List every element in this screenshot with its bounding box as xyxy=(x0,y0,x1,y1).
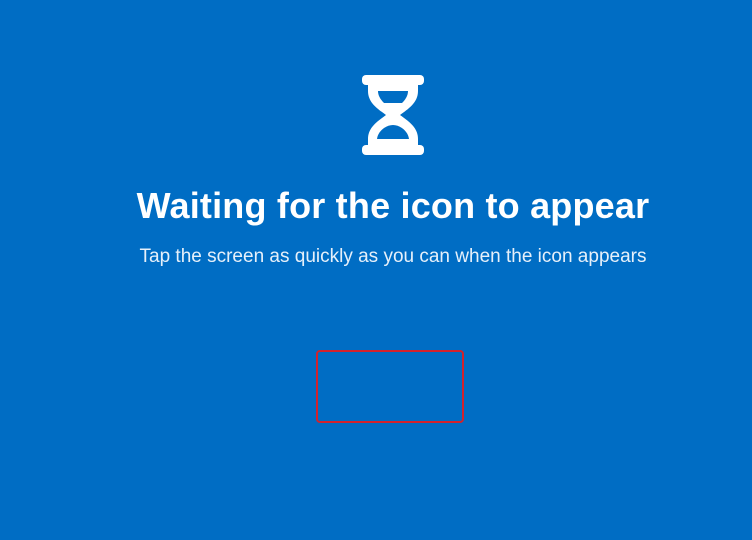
tap-screen-area[interactable]: Waiting for the icon to appear Tap the s… xyxy=(0,0,752,540)
highlighted-target-area[interactable] xyxy=(316,350,464,423)
instruction-text: Tap the screen as quickly as you can whe… xyxy=(139,246,647,267)
page-title: Waiting for the icon to appear xyxy=(136,185,650,226)
hourglass-icon xyxy=(362,75,424,155)
